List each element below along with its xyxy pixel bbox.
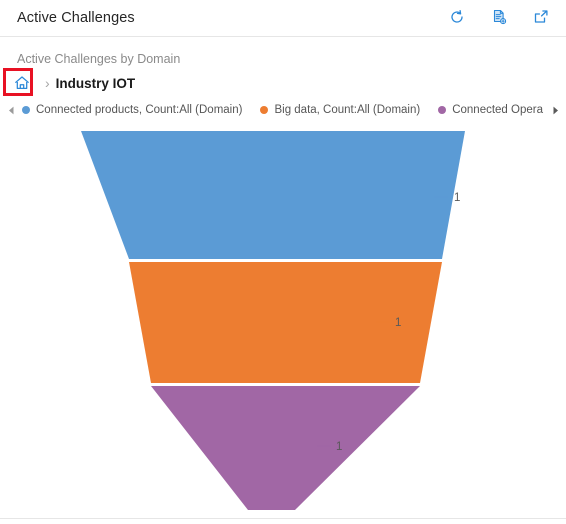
legend-next-arrow[interactable] (544, 100, 566, 120)
legend-item[interactable]: Big data, Count:All (Domain) (260, 104, 420, 116)
legend-item-label: Connected Opera (452, 104, 543, 116)
card-header: Active Challenges (0, 0, 566, 37)
funnel-segment[interactable] (81, 131, 465, 259)
legend-color-dot (260, 106, 269, 114)
export-icon[interactable] (488, 6, 510, 28)
breadcrumb-current: Industry IOT (55, 75, 136, 91)
data-label: 1 (395, 317, 401, 329)
data-label: 1 (454, 192, 460, 204)
funnel-chart: 1 1 1 (0, 120, 566, 518)
refresh-icon[interactable] (446, 6, 468, 28)
legend-color-dot (22, 106, 30, 114)
breadcrumb: › Industry IOT (8, 70, 135, 96)
legend-prev-arrow[interactable] (0, 100, 22, 120)
legend-item-label: Big data, Count:All (Domain) (274, 104, 421, 116)
data-label: 1 (336, 441, 342, 453)
card-footer-divider (0, 518, 566, 519)
header-actions (446, 6, 552, 28)
legend-items: Connected products, Count:All (Domain) B… (22, 104, 544, 116)
home-icon[interactable] (8, 71, 35, 95)
breadcrumb-separator: › (45, 75, 50, 91)
page-title: Active Challenges (17, 10, 135, 26)
legend-color-dot (438, 106, 447, 114)
legend-item[interactable]: Connected Opera (438, 104, 543, 116)
chart-subtitle: Active Challenges by Domain (17, 52, 181, 66)
popout-icon[interactable] (530, 6, 552, 28)
funnel-segment[interactable] (151, 386, 420, 510)
chart-legend: Connected products, Count:All (Domain) B… (0, 100, 566, 120)
legend-item-label: Connected products, Count:All (Domain) (36, 104, 243, 116)
legend-item[interactable]: Connected products, Count:All (Domain) (22, 104, 242, 116)
